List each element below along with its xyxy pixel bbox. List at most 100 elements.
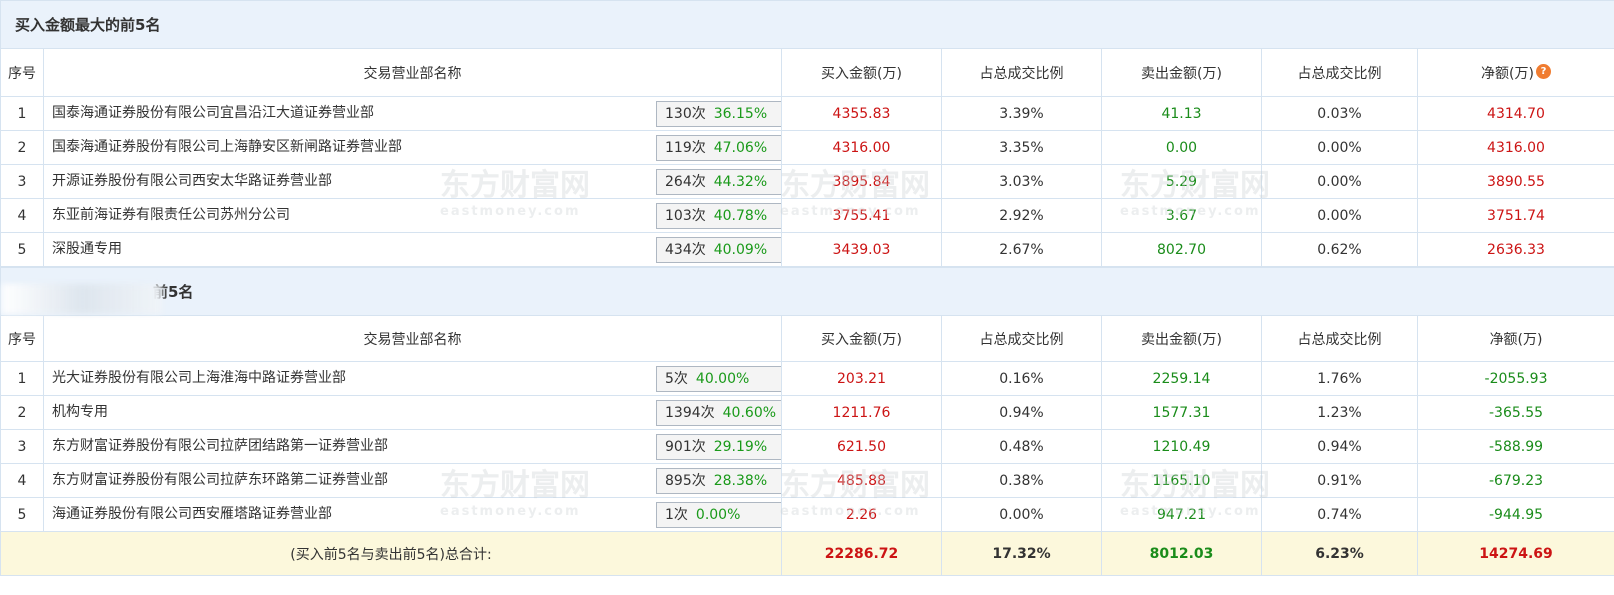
sell-amount: 1577.31 bbox=[1101, 395, 1262, 430]
branch-name[interactable]: 东亚前海证券有限责任公司苏州分公司 bbox=[52, 204, 290, 224]
header-net-amount: 净额(万)? bbox=[1417, 48, 1614, 97]
buy-ratio: 2.67% bbox=[941, 232, 1102, 267]
row-index: 3 bbox=[0, 164, 44, 199]
branch-name[interactable]: 东方财富证券股份有限公司拉萨团结路第一证券营业部 bbox=[52, 435, 388, 455]
row-index: 4 bbox=[0, 198, 44, 233]
header-net-amount: 净额(万) bbox=[1416, 315, 1614, 362]
sell-amount: 802.70 bbox=[1101, 232, 1262, 267]
branch-cell: 东亚前海证券有限责任公司苏州分公司 103次 40.78% bbox=[43, 198, 782, 233]
row-index: 5 bbox=[0, 497, 44, 532]
header-buy-ratio: 占总成交比例 bbox=[941, 48, 1102, 97]
total-sell-ratio: 6.23% bbox=[1261, 531, 1418, 576]
buy-ratio: 0.38% bbox=[941, 463, 1102, 498]
buy-rows: 1国泰海通证券股份有限公司宜昌沿江大道证券营业部130次36.15%?4355.… bbox=[0, 96, 1614, 267]
branch-cell: 深股通专用 434次 40.09% bbox=[43, 232, 782, 267]
on-list-count: 434次 bbox=[665, 242, 706, 258]
branch-name[interactable]: 光大证券股份有限公司上海淮海中路证券营业部 bbox=[52, 367, 346, 387]
buy-amount: 621.50 bbox=[781, 429, 942, 464]
help-icon[interactable]: ? bbox=[1535, 63, 1551, 79]
branch-stat-box[interactable]: 119次 47.06% bbox=[656, 135, 781, 161]
sell-rows: 1光大证券股份有限公司上海淮海中路证券营业部5次40.00%?203.210.1… bbox=[0, 361, 1614, 532]
sell-amount: 1165.10 bbox=[1101, 463, 1262, 498]
win-rate: 29.19% bbox=[713, 439, 768, 455]
row-index: 1 bbox=[0, 96, 44, 131]
header-buy-amount: 买入金额(万) bbox=[781, 48, 942, 97]
net-amount: -588.99 bbox=[1416, 429, 1614, 464]
sell-amount: 2259.14 bbox=[1101, 361, 1262, 396]
branch-name[interactable]: 国泰海通证券股份有限公司宜昌沿江大道证券营业部 bbox=[52, 102, 374, 122]
on-list-count: 1次 bbox=[665, 507, 688, 523]
buy-amount: 203.21 bbox=[781, 361, 942, 396]
on-list-count: 103次 bbox=[665, 208, 706, 224]
table-row: 4 东方财富证券股份有限公司拉萨东环路第二证券营业部 895次 28.38% 485.8… bbox=[0, 463, 1614, 498]
net-amount: -2055.93 bbox=[1416, 361, 1614, 396]
net-amount: 4314.70 bbox=[1417, 96, 1614, 131]
on-list-count: 1394次 bbox=[665, 405, 715, 421]
branch-stat-box[interactable]: 130次36.15%? bbox=[656, 101, 781, 127]
branch-cell: 光大证券股份有限公司上海淮海中路证券营业部5次40.00%? bbox=[43, 361, 782, 396]
row-index: 2 bbox=[0, 395, 44, 430]
buy-top5-table: 买入金额最大的前5名 序号 交易营业部名称 买入金额(万) 占总成交比例 卖出金… bbox=[0, 0, 1614, 267]
net-amount: 2636.33 bbox=[1417, 232, 1614, 267]
win-rate: 40.78% bbox=[713, 208, 768, 224]
buy-section-title: 买入金额最大的前5名 bbox=[0, 0, 1614, 49]
branch-stat-box[interactable]: 103次 40.78% bbox=[656, 203, 781, 229]
row-index: 2 bbox=[0, 130, 44, 165]
row-index: 4 bbox=[0, 463, 44, 498]
table-row: 1国泰海通证券股份有限公司宜昌沿江大道证券营业部130次36.15%?4355.… bbox=[0, 96, 1614, 131]
branch-stat-box[interactable]: 895次 28.38% bbox=[656, 468, 781, 494]
total-sell: 8012.03 bbox=[1101, 531, 1262, 576]
buy-amount: 1211.76 bbox=[781, 395, 942, 430]
branch-stat-box[interactable]: 1394次 40.60% bbox=[656, 400, 781, 426]
branch-cell: 东方财富证券股份有限公司拉萨东环路第二证券营业部 895次 28.38% bbox=[43, 463, 782, 498]
branch-stat-box[interactable]: 434次 40.09% bbox=[656, 237, 781, 263]
on-list-count: 5次 bbox=[665, 371, 688, 387]
net-amount: -944.95 bbox=[1416, 497, 1614, 532]
table-row: 5 深股通专用 434次 40.09% 3439.03 2.67% 802.70 0.62% 2… bbox=[0, 232, 1614, 267]
sell-amount: 5.29 bbox=[1101, 164, 1262, 199]
branch-name[interactable]: 东方财富证券股份有限公司拉萨东环路第二证券营业部 bbox=[52, 469, 388, 489]
header-sell-amount: 卖出金额(万) bbox=[1101, 315, 1262, 362]
branch-stat-box[interactable]: 5次40.00%? bbox=[656, 366, 781, 392]
buy-amount: 2.26 bbox=[781, 497, 942, 532]
branch-cell: 国泰海通证券股份有限公司宜昌沿江大道证券营业部130次36.15%? bbox=[43, 96, 782, 131]
branch-name[interactable]: 机构专用 bbox=[52, 401, 108, 421]
table-row: 1光大证券股份有限公司上海淮海中路证券营业部5次40.00%?203.210.1… bbox=[0, 361, 1614, 396]
header-buy-amount: 买入金额(万) bbox=[781, 315, 942, 362]
win-rate: 40.00% bbox=[695, 371, 750, 387]
buy-header-row: 序号 交易营业部名称 买入金额(万) 占总成交比例 卖出金额(万) 占总成交比例… bbox=[0, 48, 1614, 97]
header-net-label: 净额(万) bbox=[1481, 65, 1534, 82]
branch-stat-box[interactable]: 264次 44.32% bbox=[656, 169, 781, 195]
buy-ratio: 3.39% bbox=[941, 96, 1102, 131]
branch-name[interactable]: 国泰海通证券股份有限公司上海静安区新闸路证券营业部 bbox=[52, 136, 402, 156]
total-label: (买入前5名与卖出前5名)总合计: bbox=[0, 531, 782, 576]
sell-ratio: 0.00% bbox=[1261, 130, 1418, 165]
branch-cell: 海通证券股份有限公司西安雁塔路证券营业部 1次 0.00% bbox=[43, 497, 782, 532]
win-rate: 47.06% bbox=[713, 140, 768, 156]
win-rate: 36.15% bbox=[713, 106, 768, 122]
on-list-count: 901次 bbox=[665, 439, 706, 455]
branch-name[interactable]: 海通证券股份有限公司西安雁塔路证券营业部 bbox=[52, 503, 332, 523]
net-amount: 3751.74 bbox=[1417, 198, 1614, 233]
win-rate: 28.38% bbox=[713, 473, 768, 489]
branch-stat-box[interactable]: 901次 29.19% bbox=[656, 434, 781, 460]
sell-section-caption-row: 前5名 bbox=[0, 267, 1614, 316]
sell-section-title: 前5名 bbox=[0, 267, 1614, 316]
win-rate: 40.09% bbox=[713, 242, 768, 258]
blurred-title-overlay bbox=[2, 284, 162, 314]
net-amount: 3890.55 bbox=[1417, 164, 1614, 199]
branch-name[interactable]: 深股通专用 bbox=[52, 238, 122, 258]
row-index: 3 bbox=[0, 429, 44, 464]
on-list-count: 264次 bbox=[665, 174, 706, 190]
branch-stat-box[interactable]: 1次 0.00% bbox=[656, 502, 781, 528]
branch-cell: 东方财富证券股份有限公司拉萨团结路第一证券营业部 901次 29.19% bbox=[43, 429, 782, 464]
buy-amount: 485.88 bbox=[781, 463, 942, 498]
sell-header-row: 序号 交易营业部名称 买入金额(万) 占总成交比例 卖出金额(万) 占总成交比例… bbox=[0, 315, 1614, 362]
table-row: 4 东亚前海证券有限责任公司苏州分公司 103次 40.78% 3755.41 2.92%… bbox=[0, 198, 1614, 233]
branch-cell: 机构专用 1394次 40.60% bbox=[43, 395, 782, 430]
sell-ratio: 1.23% bbox=[1261, 395, 1418, 430]
on-list-count: 130次 bbox=[665, 106, 706, 122]
total-row: (买入前5名与卖出前5名)总合计: 22286.72 17.32% 8012.0… bbox=[0, 531, 1614, 576]
branch-name[interactable]: 开源证券股份有限公司西安太华路证券营业部 bbox=[52, 170, 332, 190]
buy-amount: 3755.41 bbox=[781, 198, 942, 233]
